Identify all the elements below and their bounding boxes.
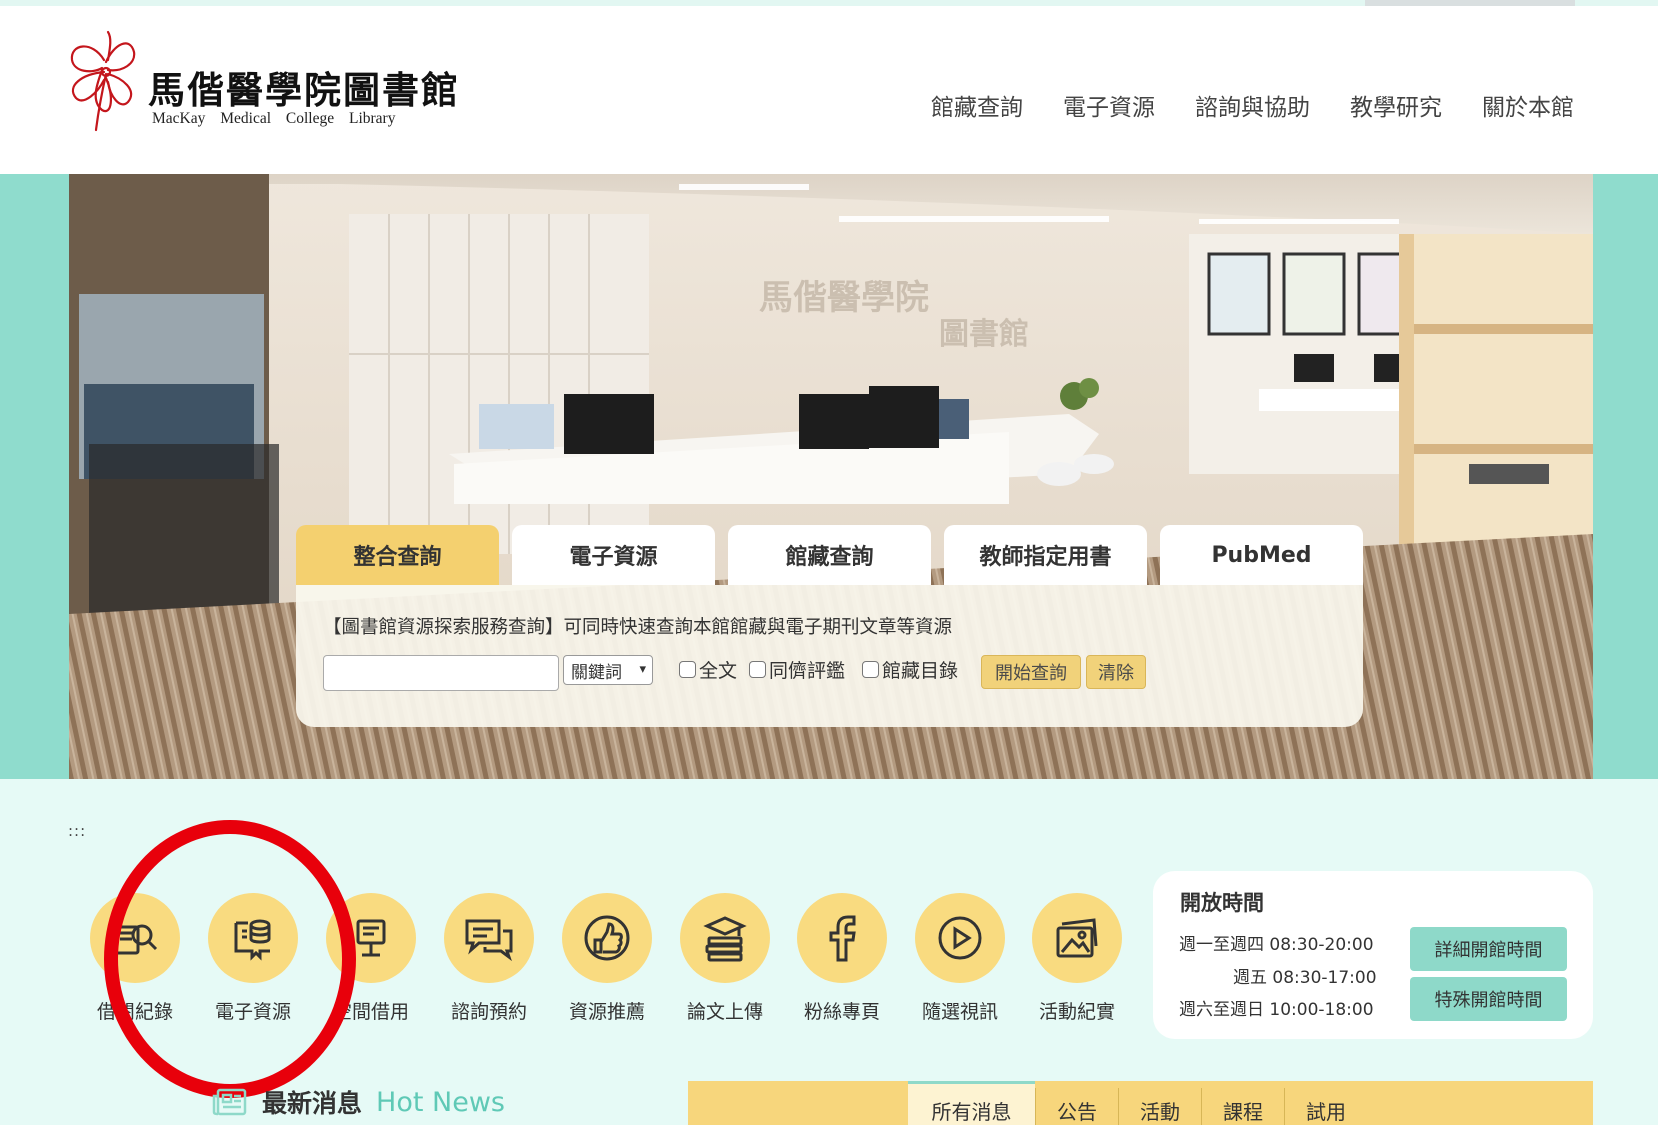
play-icon bbox=[915, 893, 1005, 983]
search-field-value: 關鍵詞 bbox=[571, 662, 622, 683]
quick-link-label: 活動紀實 bbox=[1038, 1001, 1115, 1023]
main-nav: 館藏查詢 電子資源 諮詢與協助 教學研究 關於本館 bbox=[931, 88, 1574, 122]
nav-item-about[interactable]: 關於本館 bbox=[1482, 88, 1574, 122]
quick-link-label: 論文上傳 bbox=[686, 1001, 763, 1023]
tab-eresources[interactable]: 電子資源 bbox=[512, 525, 715, 585]
quick-link-label: 電子資源 bbox=[214, 1001, 291, 1023]
hours-row: 週六至週日 10:00-18:00 bbox=[1179, 995, 1374, 1020]
quick-link-consultation[interactable]: 諮詢預約 bbox=[430, 893, 548, 1024]
hours-row: 週一至週四 08:30-20:00 bbox=[1179, 930, 1374, 955]
library-title-en: MacKay Medical College Library bbox=[152, 110, 396, 127]
peer-reviewed-checkbox[interactable] bbox=[749, 661, 766, 678]
news-tab-events[interactable]: 活動 bbox=[1119, 1081, 1201, 1125]
quick-link-recommend[interactable]: 資源推薦 bbox=[548, 893, 666, 1024]
chat-bubbles-icon bbox=[444, 893, 534, 983]
special-hours-button[interactable]: 特殊開館時間 bbox=[1410, 977, 1567, 1021]
quick-link-activities[interactable]: 活動紀實 bbox=[1018, 893, 1136, 1024]
search-field-select[interactable]: 關鍵詞 ▾ bbox=[563, 655, 653, 685]
quick-link-label: 空間借用 bbox=[332, 1001, 409, 1023]
option-peer-reviewed[interactable]: 同儕評鑑 bbox=[749, 656, 845, 683]
tab-catalog[interactable]: 館藏查詢 bbox=[728, 525, 931, 585]
hours-row: 週五 08:30-17:00 bbox=[1233, 963, 1377, 988]
hours-time: 10:00-18:00 bbox=[1269, 1000, 1374, 1020]
hours-time: 08:30-20:00 bbox=[1269, 935, 1374, 955]
search-description: 【圖書館資源探索服務查詢】可同時快速查詢本館館藏與電子期刊文章等資源 bbox=[323, 617, 953, 638]
news-title-en: Hot News bbox=[376, 1086, 505, 1118]
tab-discovery[interactable]: 整合查詢 bbox=[296, 525, 499, 585]
option-fulltext[interactable]: 全文 bbox=[679, 656, 737, 683]
tab-pubmed[interactable]: PubMed bbox=[1160, 525, 1363, 585]
catalog-checkbox[interactable] bbox=[862, 661, 879, 678]
graduation-books-icon bbox=[680, 893, 770, 983]
photos-icon bbox=[1032, 893, 1122, 983]
site-header: 馬偕醫學院圖書館 MacKay Medical College Library … bbox=[0, 6, 1658, 174]
wall-sign-line2: 圖書館 bbox=[939, 317, 1029, 352]
quick-link-thesis-upload[interactable]: 論文上傳 bbox=[666, 893, 784, 1024]
flower-logo-icon bbox=[70, 30, 136, 132]
news-tab-all[interactable]: 所有消息 bbox=[908, 1081, 1035, 1125]
news-tab-courses[interactable]: 課程 bbox=[1202, 1081, 1284, 1125]
fulltext-checkbox[interactable] bbox=[679, 661, 696, 678]
quick-links: 借閱紀錄 電子資源 空間借用 諮詢預約 資源推薦 論文上傳 粉絲專頁 隨選視訊 … bbox=[76, 893, 1136, 1023]
library-logo[interactable]: 馬偕醫學院圖書館 MacKay Medical College Library bbox=[62, 30, 458, 140]
nav-item-reference[interactable]: 諮詢與協助 bbox=[1195, 88, 1310, 122]
news-tab-trials[interactable]: 試用 bbox=[1285, 1081, 1367, 1125]
quick-link-eresources[interactable]: 電子資源 bbox=[194, 893, 312, 1024]
opening-hours-card: 開放時間 週一至週四 08:30-20:00 週五 08:30-17:00 週六… bbox=[1153, 871, 1593, 1039]
nav-item-eresources[interactable]: 電子資源 bbox=[1063, 88, 1155, 122]
fulltext-label: 全文 bbox=[699, 660, 738, 682]
nav-item-collection[interactable]: 館藏查詢 bbox=[931, 88, 1023, 122]
hours-time: 08:30-17:00 bbox=[1272, 968, 1377, 988]
hours-title: 開放時間 bbox=[1180, 891, 1264, 915]
newspaper-icon bbox=[212, 1088, 247, 1116]
tab-course-reserves[interactable]: 教師指定用書 bbox=[944, 525, 1147, 585]
option-catalog[interactable]: 館藏目錄 bbox=[862, 656, 958, 683]
catalog-label: 館藏目錄 bbox=[882, 660, 959, 682]
library-title-zh: 馬偕醫學院圖書館 bbox=[148, 68, 460, 112]
search-input[interactable] bbox=[323, 655, 559, 691]
detail-hours-button[interactable]: 詳細開館時間 bbox=[1410, 927, 1567, 971]
quick-link-label: 借閱紀錄 bbox=[96, 1001, 173, 1023]
skip-link[interactable]: ::: bbox=[68, 822, 86, 840]
hours-days: 週六至週日 bbox=[1179, 1000, 1264, 1020]
search-tabs: 整合查詢 電子資源 館藏查詢 教師指定用書 PubMed bbox=[296, 525, 1363, 585]
book-search-icon bbox=[90, 893, 180, 983]
nav-item-teaching[interactable]: 教學研究 bbox=[1350, 88, 1442, 122]
clear-button[interactable]: 清除 bbox=[1086, 655, 1146, 689]
search-button[interactable]: 開始查詢 bbox=[981, 655, 1081, 689]
quick-link-borrow-record[interactable]: 借閱紀錄 bbox=[76, 893, 194, 1024]
peer-reviewed-label: 同儕評鑑 bbox=[769, 660, 846, 682]
space-booking-icon bbox=[326, 893, 416, 983]
ebook-database-icon bbox=[208, 893, 298, 983]
quick-link-label: 粉絲專頁 bbox=[803, 1001, 880, 1023]
quick-link-label: 資源推薦 bbox=[568, 1001, 645, 1023]
hours-days: 週五 bbox=[1233, 968, 1267, 988]
quick-link-label: 諮詢預約 bbox=[450, 1001, 527, 1023]
thumbs-up-icon bbox=[562, 893, 652, 983]
news-title-zh: 最新消息 bbox=[262, 1089, 363, 1118]
wall-sign-line1: 馬偕醫學院 bbox=[759, 278, 929, 318]
chevron-down-icon: ▾ bbox=[639, 662, 646, 677]
quick-link-label: 隨選視訊 bbox=[921, 1001, 998, 1023]
quick-link-video[interactable]: 隨選視訊 bbox=[901, 893, 1019, 1024]
news-tab-announcements[interactable]: 公告 bbox=[1036, 1081, 1118, 1125]
hours-days: 週一至週四 bbox=[1179, 935, 1264, 955]
quick-link-space-booking[interactable]: 空間借用 bbox=[312, 893, 430, 1024]
news-heading: 最新消息 Hot News bbox=[212, 1084, 505, 1120]
facebook-icon bbox=[797, 893, 887, 983]
quick-link-facebook[interactable]: 粉絲專頁 bbox=[783, 893, 901, 1024]
search-panel: 【圖書館資源探索服務查詢】可同時快速查詢本館館藏與電子期刊文章等資源 關鍵詞 ▾… bbox=[296, 585, 1363, 727]
